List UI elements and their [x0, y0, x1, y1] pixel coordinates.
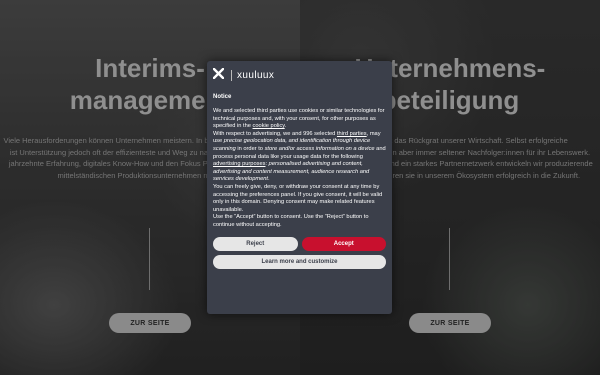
- consent-text: We and selected third parties use cookie…: [213, 108, 385, 130]
- consent-text: With respect to advertising, we and 996 …: [213, 130, 337, 137]
- consent-text: in order to: [235, 145, 265, 152]
- consent-paragraph-3: You can freely give, deny, or withdraw y…: [213, 183, 383, 213]
- left-zur-seite-button[interactable]: ZUR SEITE: [109, 313, 191, 333]
- reject-button[interactable]: Reject: [213, 236, 298, 251]
- cookie-consent-dialog: xuuluux Notice We and selected third par…: [207, 61, 392, 314]
- accept-button[interactable]: Accept: [301, 236, 386, 251]
- advertising-purposes-link[interactable]: advertising purposes: [213, 161, 265, 167]
- cookie-policy-link[interactable]: cookie policy: [253, 123, 285, 129]
- left-divider-line: [149, 228, 150, 290]
- x-logo-icon: [212, 67, 225, 82]
- right-divider-line: [449, 228, 450, 290]
- right-zur-seite-button[interactable]: ZUR SEITE: [409, 313, 491, 333]
- consent-button-row: Reject Accept: [213, 236, 386, 251]
- consent-heading: Notice: [213, 94, 232, 100]
- consent-body: We and selected third parties use cookie…: [213, 108, 386, 230]
- third-parties-link[interactable]: third parties: [337, 131, 367, 137]
- learn-more-button[interactable]: Learn more and customize: [213, 254, 386, 269]
- consent-italic-text: store and/or access information on a dev…: [264, 145, 375, 152]
- brand-name: xuuluux: [237, 69, 275, 81]
- consent-text: .: [284, 123, 287, 130]
- consent-paragraph-4: Use the “Accept” button to consent. Use …: [213, 214, 369, 228]
- consent-paragraph-2: With respect to advertising, we and 996 …: [213, 131, 386, 184]
- consent-text: .: [268, 176, 270, 183]
- brand-separator: [231, 69, 232, 81]
- consent-paragraph-1: We and selected third parties use cookie…: [213, 108, 386, 131]
- consent-brand: xuuluux: [212, 67, 386, 82]
